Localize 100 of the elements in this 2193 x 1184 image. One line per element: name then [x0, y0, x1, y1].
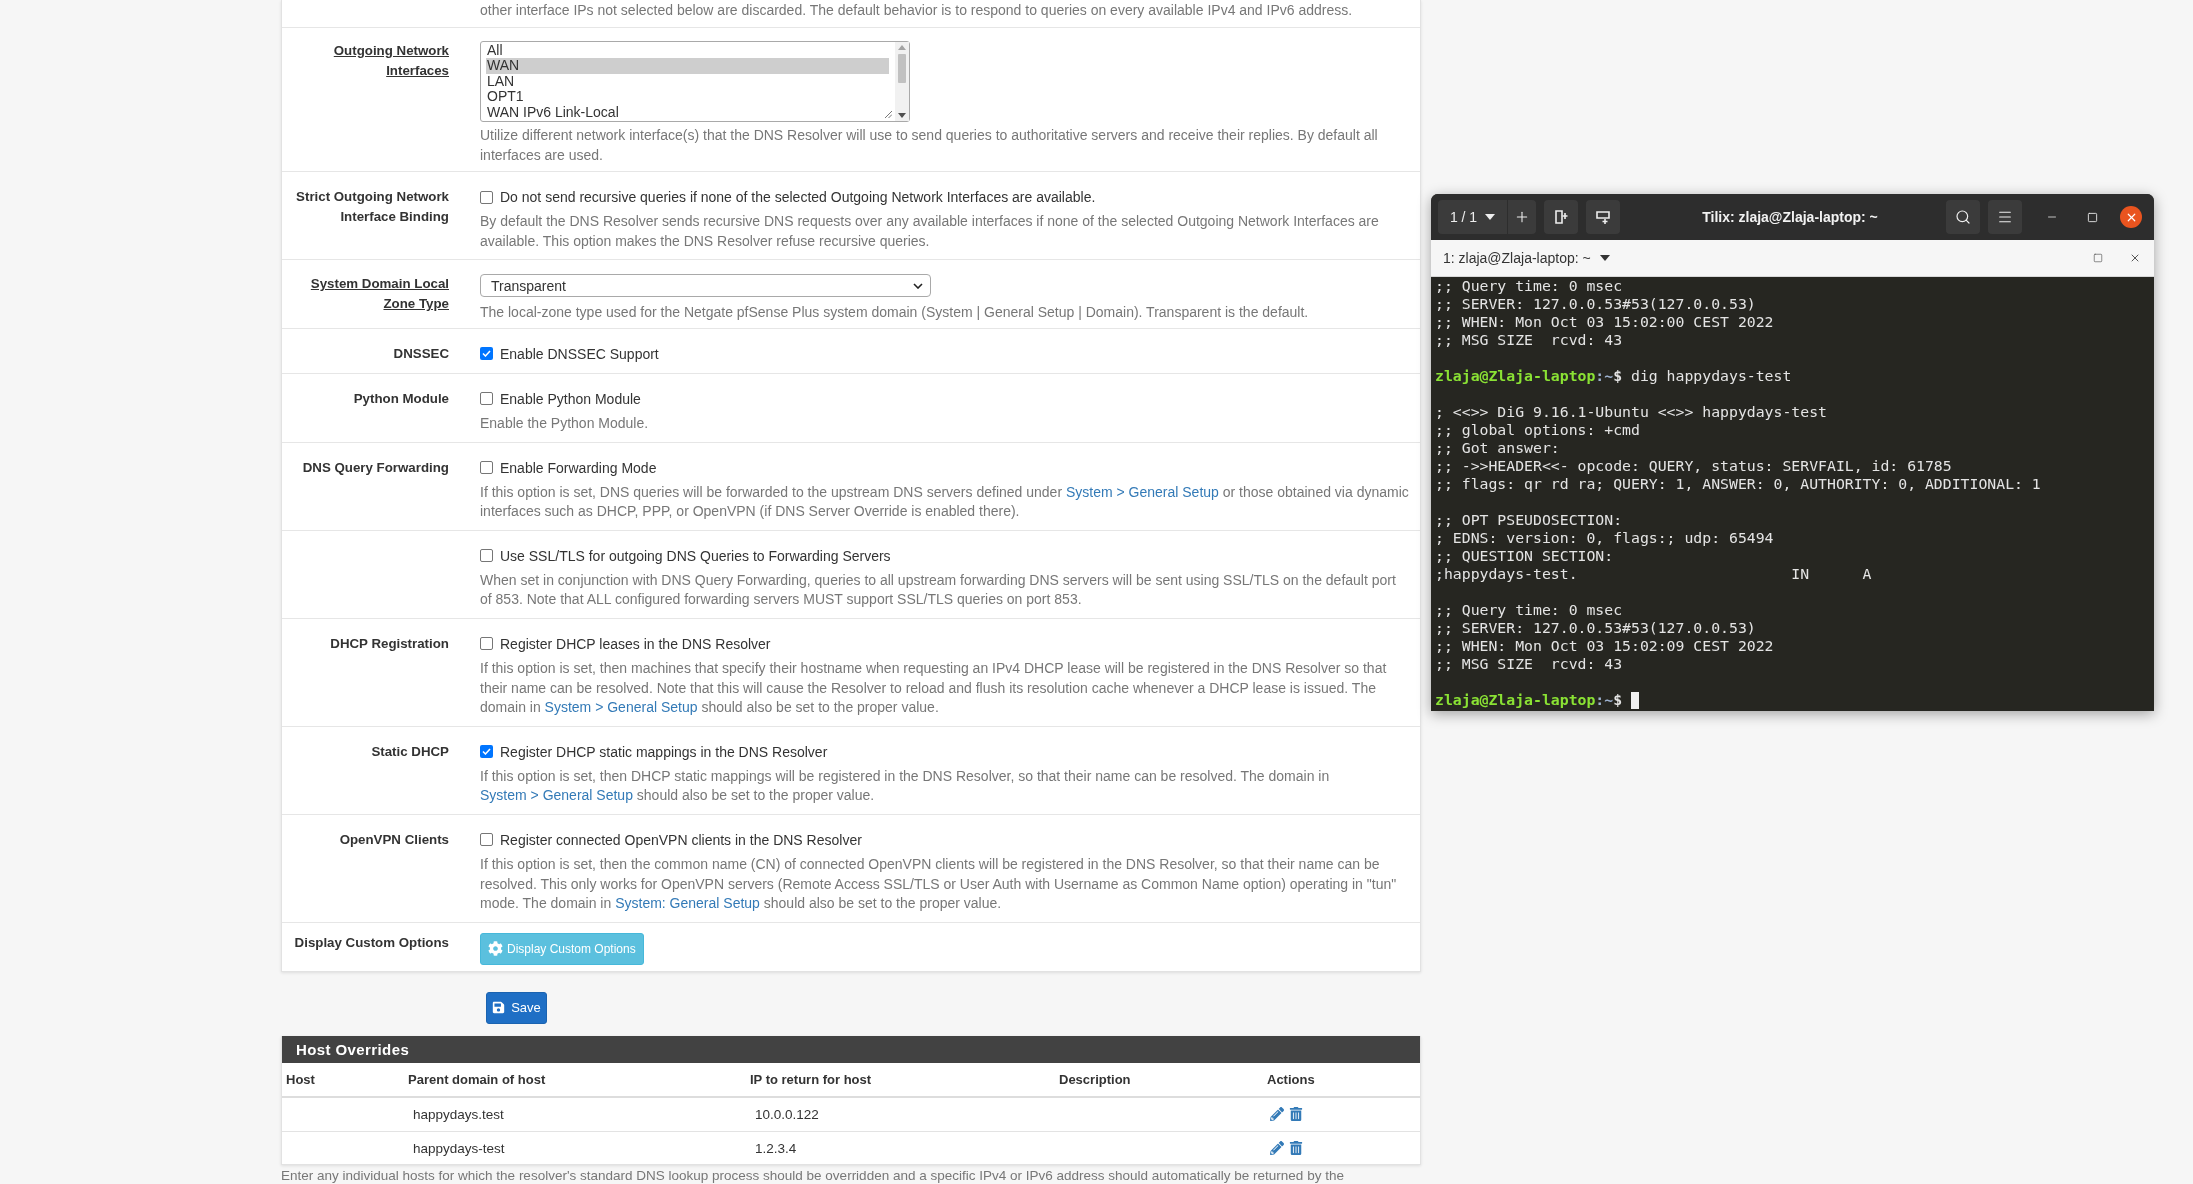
close-pane-button[interactable] [2129, 252, 2141, 264]
help-link[interactable]: System > General Setup [544, 699, 698, 716]
terminal-tab-title[interactable]: 1: zlaja@Zlaja-laptop: ~ [1443, 250, 1591, 266]
split-right-button[interactable] [1544, 200, 1578, 234]
terminal-output-line: ;; OPT PSEUDOSECTION: [1435, 511, 1623, 529]
trash-icon[interactable] [1289, 1140, 1303, 1155]
help-text: other interface IPs not selected below are discarded. The default behavior is to respond to queries on every available IPv4 and IPv6 address. [480, 1, 1353, 20]
field-label: OpenVPN Clients [339, 830, 449, 849]
listbox-option[interactable]: OPT1 [486, 89, 889, 105]
terminal-output-line: ;; SERVER: 127.0.0.53#53(127.0.0.53) [1435, 619, 1756, 637]
split-right-icon [1553, 209, 1569, 225]
help-link[interactable]: System: General Setup [615, 895, 760, 912]
checkbox[interactable] [480, 190, 493, 204]
plus-icon [1514, 209, 1530, 225]
help-link[interactable]: System > General Setup [1065, 483, 1219, 500]
terminal-output-line: ;; WHEN: Mon Oct 03 15:02:00 CEST 2022 [1435, 313, 1774, 331]
table-cell-text: 10.0.0.122 [754, 1107, 819, 1123]
maximize-pane-button[interactable] [2093, 253, 2103, 263]
search-icon [1955, 209, 1971, 225]
checkbox[interactable] [480, 637, 493, 651]
help-text: If this option is set, DNS queries will be forwarded to the upstream DNS servers defined under System > General Setup or those obtained via dynamic interfaces such as DHCP, PPP, or OpenVPN (if DNS Server Override is enabled there). [480, 482, 1410, 522]
maximize-icon [2093, 253, 2103, 263]
split-down-button[interactable] [1586, 200, 1620, 234]
checkbox[interactable] [480, 461, 493, 475]
session-switcher-button[interactable]: 1 / 1 [1438, 200, 1507, 234]
menu-button[interactable] [1988, 200, 2022, 234]
checkbox[interactable] [480, 745, 493, 759]
terminal-output-line: ;; Query time: 0 msec [1435, 277, 1623, 295]
interface-listbox[interactable]: All WAN LAN OPT1 WAN IPv6 Link-Local [480, 41, 910, 122]
checkbox-label[interactable]: Enable Forwarding Mode [500, 459, 657, 476]
checkbox[interactable] [480, 549, 493, 563]
field-label-link[interactable]: Outgoing Network Interfaces [286, 41, 449, 81]
terminal-output-line: ; <<>> DiG 9.16.1-Ubuntu <<>> happydays-test [1435, 403, 1827, 421]
help-text: When set in conjunction with DNS Query Forwarding, queries to all upstream forwarding DNS servers will be sent using SSL/TLS on the default port of 853. Note that ALL configured forwarding servers MUST support SSL/TLS queries on port 853. [480, 570, 1397, 610]
terminal-output-line: ;; WHEN: Mon Oct 03 15:02:09 CEST 2022 [1435, 637, 1774, 655]
caret-down-icon[interactable] [1599, 255, 1610, 261]
help-text: By default the DNS Resolver sends recursive DNS requests over any available interfaces if none of the selected Outgoing Network Interfaces are available. This option makes the DNS Resolver refuse recursive queries. [480, 212, 1380, 251]
terminal-output-line: ;; QUESTION SECTION: [1435, 547, 1614, 565]
checkbox[interactable] [480, 347, 493, 361]
field-label: DNSSEC [393, 344, 449, 363]
terminal-output-line: ;; flags: qr rd ra; QUERY: 1, ANSWER: 0, AUTHORITY: 0, ADDITIONAL: 1 [1435, 475, 2041, 493]
listbox-option[interactable]: All [486, 43, 889, 59]
checkbox-label[interactable]: Do not send recursive queries if none of the selected Outgoing Network Interfaces are available. [500, 189, 1096, 206]
maximize-icon [2086, 211, 2098, 223]
checkbox-label[interactable]: Enable Python Module [500, 390, 641, 407]
checkbox-label[interactable]: Register DHCP static mappings in the DNS Resolver [500, 743, 828, 760]
terminal-output-line: ;; ->>HEADER<<- opcode: QUERY, status: SERVFAIL, id: 61785 [1435, 457, 1952, 475]
scrollbar-thumb[interactable] [898, 54, 906, 83]
terminal-output-line: ;; MSG SIZE rcvd: 43 [1435, 331, 1623, 349]
table-cell-text: happydays.test [412, 1107, 504, 1123]
close-icon [2129, 252, 2141, 264]
panel-heading: Host Overrides [282, 1035, 1420, 1063]
table-cell-text: happydays-test [412, 1140, 505, 1156]
menu-icon [1997, 209, 2013, 225]
close-button[interactable] [2120, 206, 2142, 228]
checkbox[interactable] [480, 392, 493, 406]
caret-down-icon [1485, 214, 1496, 220]
add-session-button[interactable] [1507, 200, 1536, 234]
window-title: Tilix: zlaja@Zlaja-laptop: ~ [1702, 209, 1878, 225]
field-label: Static DHCP [371, 742, 449, 761]
help-text: If this option is set, then the common name (CN) of connected OpenVPN clients will be registered in the DNS Resolver, so that their name can be resolved. This only works for OpenVPN servers (Remote Access SSL/TLS or User Auth with Username as Common Name option) operating in "tun" mode. The domain in System: General Setup should also be set to the proper value. [480, 854, 1398, 914]
save-button[interactable]: Save [486, 991, 547, 1024]
column-header: Parent domain of host [407, 1071, 547, 1087]
field-label: Display Custom Options [294, 933, 449, 952]
listbox-option[interactable]: LAN [486, 73, 889, 90]
shell-prompt: zlaja@Zlaja-laptop:~$ [1435, 367, 1623, 385]
shell-prompt: zlaja@Zlaja-laptop:~$ [1435, 691, 1623, 709]
terminal-output-line: ;; Query time: 0 msec [1435, 601, 1623, 619]
table-cell-text: 1.2.3.4 [754, 1140, 797, 1156]
field-label: DNS Query Forwarding [302, 458, 449, 477]
checkbox-label[interactable]: Register connected OpenVPN clients in the DNS Resolver [500, 831, 862, 848]
terminal-output-line: ; EDNS: version: 0, flags:; udp: 65494 [1435, 529, 1774, 547]
terminal-output-line: ;; SERVER: 127.0.0.53#53(127.0.0.53) [1435, 295, 1756, 313]
field-label-link[interactable]: System Domain Local Zone Type [286, 274, 449, 315]
terminal-output-line: ;; MSG SIZE rcvd: 43 [1435, 655, 1623, 673]
checkbox[interactable] [480, 833, 493, 847]
split-down-icon [1595, 209, 1611, 225]
gear-icon [488, 941, 503, 957]
resize-grip-icon[interactable] [885, 111, 892, 118]
field-label: DHCP Registration [330, 634, 449, 653]
listbox-option[interactable]: WAN [486, 58, 889, 74]
listbox-option[interactable]: WAN IPv6 Link-Local [486, 104, 889, 121]
pencil-icon[interactable] [1270, 1140, 1284, 1155]
checkbox-label[interactable]: Enable DNSSEC Support [500, 345, 659, 362]
pencil-icon[interactable] [1270, 1107, 1284, 1122]
help-text: Enter any individual hosts for which the resolver's standard DNS lookup process should be overridden and a specific IPv4 or IPv6 address should automatically be returned by the [281, 1167, 1345, 1184]
search-button[interactable] [1946, 200, 1980, 234]
trash-icon[interactable] [1289, 1107, 1303, 1122]
chevron-down-icon [913, 282, 923, 289]
scroll-down-arrow-icon[interactable] [898, 113, 906, 118]
column-header: Actions [1266, 1071, 1316, 1087]
terminal-output-line: ;; Got answer: [1435, 439, 1560, 457]
scrollbar[interactable] [895, 42, 909, 121]
checkbox-label[interactable]: Use SSL/TLS for outgoing DNS Queries to Forwarding Servers [500, 547, 891, 564]
checkbox-label[interactable]: Register DHCP leases in the DNS Resolver [500, 635, 771, 652]
help-text: Enable the Python Module. [480, 413, 649, 433]
field-label: Strict Outgoing Network Interface Binding [295, 188, 449, 227]
help-link[interactable]: System > General Setup [480, 787, 633, 804]
help-text: If this option is set, then machines that specify their hostname when requesting an IPv4 DHCP lease will be registered in the DNS Resolver so that their name can be resolved. Note that this will cause the Resolver to reload and flush its resolution cache whenever a DHCP lease is issued. The domain in System > General Setup should also be set to the proper value. [480, 658, 1388, 718]
zone-type-select[interactable]: Transparent [480, 274, 931, 298]
